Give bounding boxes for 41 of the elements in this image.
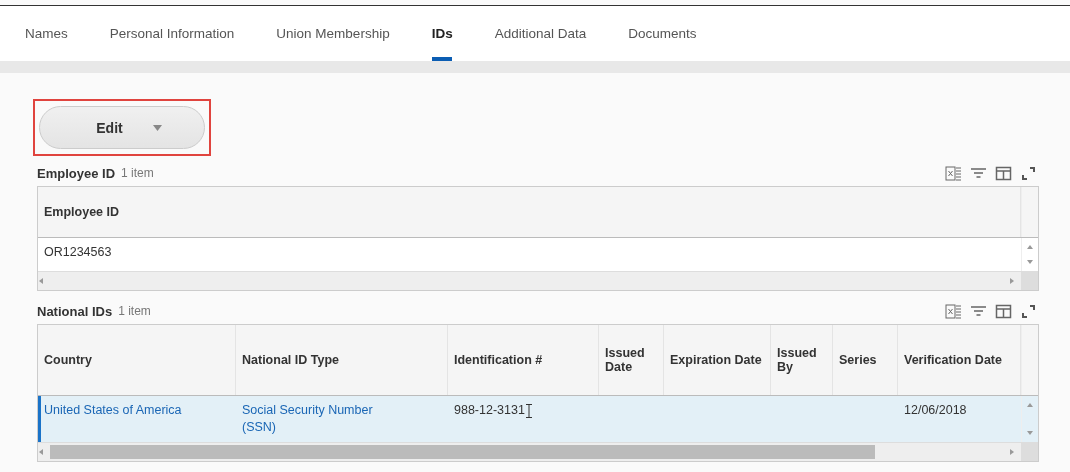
tab[interactable]: Names xyxy=(25,6,68,61)
section-title: Employee ID xyxy=(37,165,116,181)
section-title: National IDs xyxy=(37,303,113,319)
table-row[interactable]: United States of America Social Security Number (SSN) 988-12-3131 12/06/2018 xyxy=(38,396,1038,442)
scroll-right-icon[interactable] xyxy=(1009,278,1015,284)
scroll-left-icon[interactable] xyxy=(38,278,44,284)
table-cell: 12/06/2018 xyxy=(904,402,967,419)
scrollbar-thumb[interactable] xyxy=(50,445,875,459)
fullscreen-icon[interactable] xyxy=(1020,302,1037,320)
table-link[interactable]: United States of America xyxy=(44,402,182,419)
column-header[interactable]: Country xyxy=(38,325,236,395)
edit-button[interactable]: Edit xyxy=(39,106,205,149)
tab[interactable]: Union Membership xyxy=(276,6,390,61)
column-header[interactable]: Issued Date xyxy=(599,325,664,395)
fullscreen-icon[interactable] xyxy=(1020,164,1037,182)
column-header[interactable]: National ID Type xyxy=(236,325,448,395)
columns-icon[interactable] xyxy=(995,302,1012,320)
tab[interactable]: Documents xyxy=(628,6,697,61)
column-header[interactable]: Identification # xyxy=(448,325,599,395)
scroll-down-icon[interactable] xyxy=(1027,259,1033,265)
table-cell: OR1234563 xyxy=(44,244,112,261)
column-header[interactable]: Expiration Date xyxy=(664,325,771,395)
column-header[interactable]: Verification Date xyxy=(898,325,1021,395)
columns-icon[interactable] xyxy=(995,164,1012,182)
scroll-down-icon[interactable] xyxy=(1027,430,1033,436)
scroll-right-icon[interactable] xyxy=(1009,449,1015,455)
scroll-left-icon[interactable] xyxy=(38,449,44,455)
scroll-up-icon[interactable] xyxy=(1027,244,1033,250)
table-link[interactable]: Social Security Number (SSN) xyxy=(242,402,398,436)
excel-export-icon[interactable] xyxy=(945,302,962,320)
tab[interactable]: IDs xyxy=(431,6,453,61)
scroll-up-icon[interactable] xyxy=(1027,402,1033,408)
column-header[interactable]: Issued By xyxy=(771,325,833,395)
column-header[interactable]: Series xyxy=(833,325,898,395)
caret-icon xyxy=(152,124,162,131)
tab[interactable]: Additional Data xyxy=(494,6,587,61)
table-cell: 988-12-3131 xyxy=(454,402,525,419)
tab[interactable]: Personal Information xyxy=(109,6,235,61)
item-count: 1 item xyxy=(121,166,154,180)
item-count: 1 item xyxy=(118,304,151,318)
excel-export-icon[interactable] xyxy=(945,164,962,182)
